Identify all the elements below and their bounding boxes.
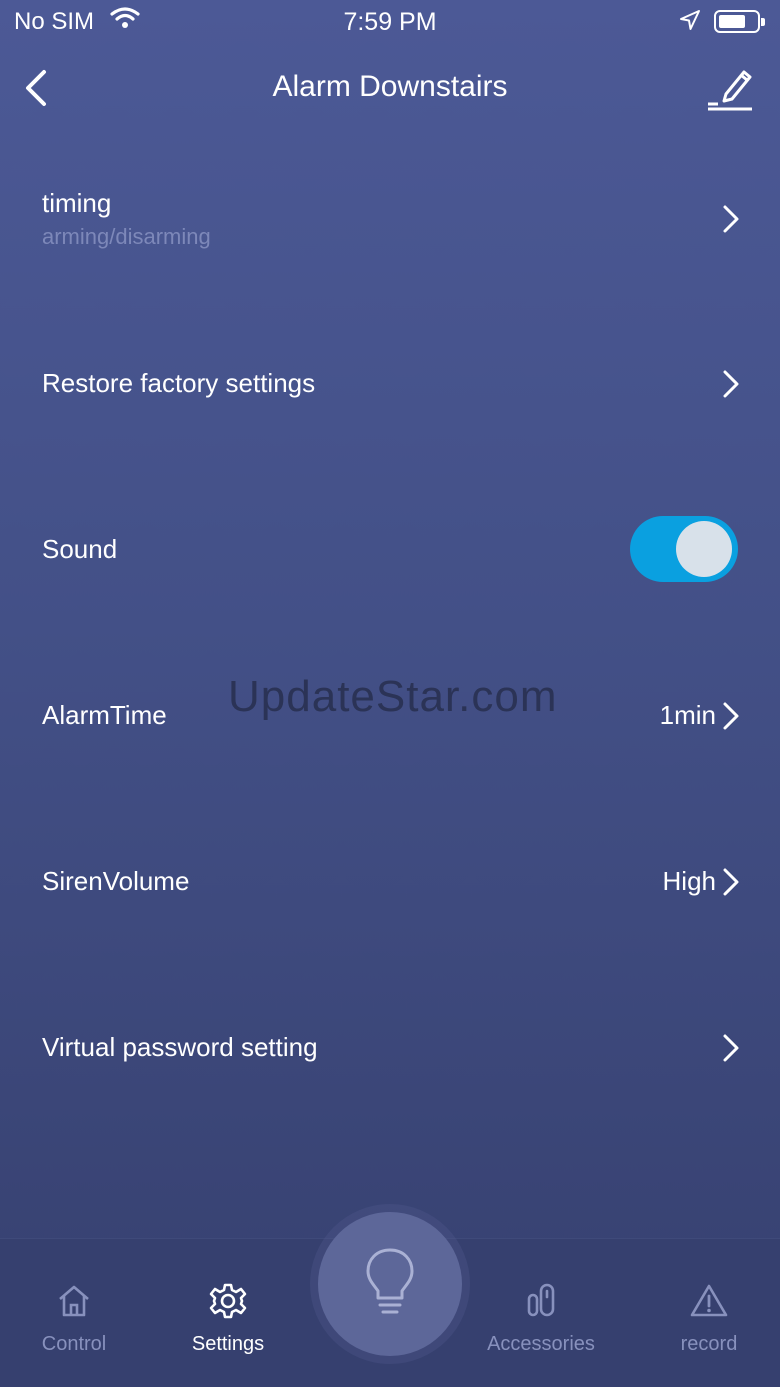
status-bar: No SIM 7:59 PM [0,0,780,44]
center-lightbulb-button[interactable] [318,1212,462,1356]
timing-row[interactable]: timing arming/disarming [0,160,780,326]
sound-toggle[interactable] [630,516,738,582]
location-arrow-icon [678,8,702,39]
tab-label: record [680,1333,738,1355]
sound-label: Sound [42,534,118,564]
warning-triangle-icon [690,1284,728,1317]
timing-label: timing [42,188,112,218]
chevron-right-icon [723,370,739,398]
status-time: 7:59 PM [343,8,437,36]
alarm-time-value: 1min [659,700,716,730]
accessories-icon [527,1283,555,1317]
chevron-right-icon [723,1034,739,1062]
edit-pencil-icon [708,70,752,111]
navigation-bar: Alarm Downstairs [0,52,780,124]
tab-accessories[interactable]: Accessories [470,1239,612,1387]
lightbulb-icon [366,1248,414,1314]
tab-settings[interactable]: Settings [168,1239,288,1387]
siren-volume-label: SirenVolume [42,866,190,896]
siren-volume-row[interactable]: SirenVolume High [0,824,780,990]
toggle-knob [676,521,732,577]
tab-control[interactable]: Control [14,1239,134,1387]
watermark: UpdateStar.com [228,672,558,721]
siren-volume-value: High [662,866,716,896]
virtual-password-row[interactable]: Virtual password setting [0,990,780,1156]
tab-label: Control [41,1333,107,1355]
restore-factory-row[interactable]: Restore factory settings [0,326,780,492]
chevron-right-icon [723,868,739,896]
chevron-right-icon [723,702,739,730]
tab-record[interactable]: record [648,1239,770,1387]
page-title: Alarm Downstairs [272,70,508,103]
virtual-password-label: Virtual password setting [42,1032,318,1062]
chevron-right-icon [723,205,739,233]
battery-icon [714,10,765,33]
tab-label: Accessories [487,1333,595,1355]
edit-button[interactable] [704,64,756,112]
home-icon [59,1285,89,1317]
gear-icon [209,1283,247,1319]
restore-factory-label: Restore factory settings [42,368,316,398]
sound-row: Sound [0,492,780,658]
tab-label: Settings [191,1333,265,1355]
timing-sublabel: arming/disarming [42,224,211,249]
alarm-time-label: AlarmTime [42,700,167,730]
